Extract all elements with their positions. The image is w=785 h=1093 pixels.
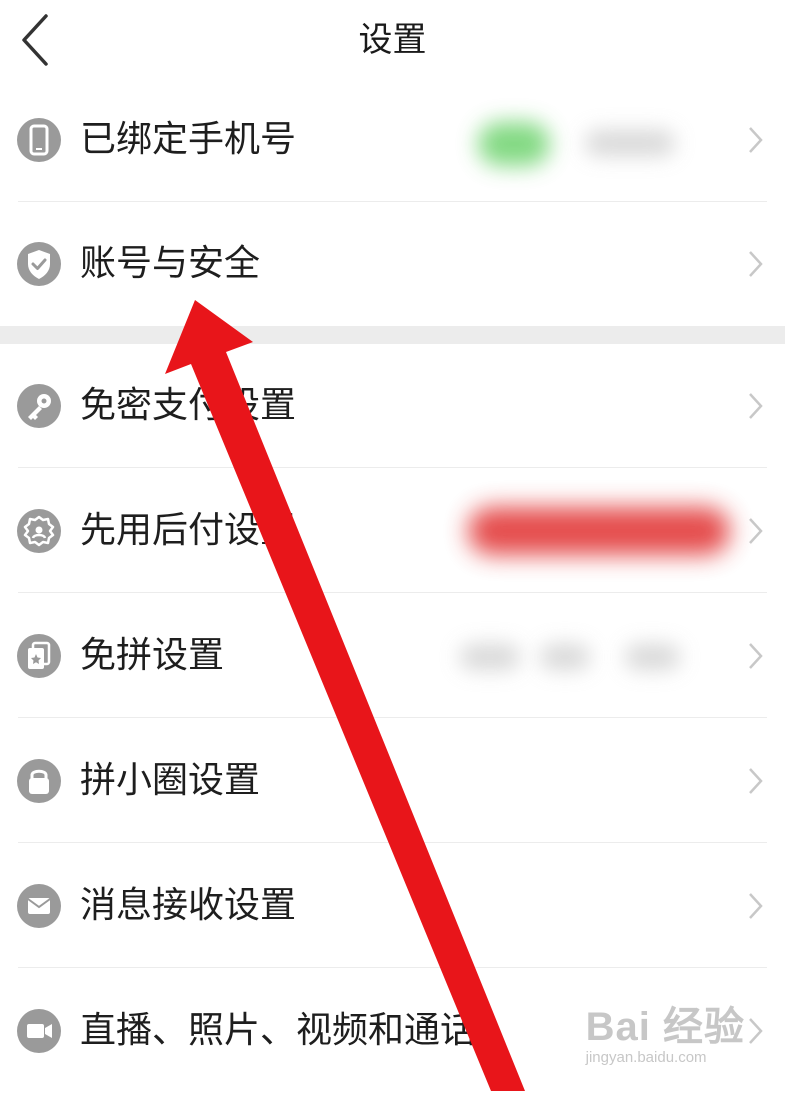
settings-item-label: 免拼设置 — [80, 635, 225, 676]
settings-item-message-receiving[interactable]: 消息接收设置 — [0, 844, 785, 968]
settings-item-pin-circle[interactable]: 拼小圈设置 — [0, 719, 785, 843]
settings-item-label: 已绑定手机号 — [80, 119, 297, 160]
envelope-icon — [17, 884, 61, 928]
blurred-value — [540, 644, 590, 670]
settings-item-password-free-payment[interactable]: 免密支付设置 — [0, 344, 785, 468]
video-camera-icon — [17, 1009, 61, 1053]
chevron-right-icon — [749, 518, 763, 544]
settings-item-label: 免密支付设置 — [80, 385, 297, 426]
shield-check-icon — [17, 242, 61, 286]
chevron-right-icon — [749, 1018, 763, 1044]
section-divider — [0, 326, 785, 344]
lock-icon — [17, 759, 61, 803]
blurred-value — [468, 507, 730, 555]
cards-icon — [17, 634, 61, 678]
divider — [18, 967, 767, 968]
chevron-right-icon — [749, 768, 763, 794]
key-icon — [17, 384, 61, 428]
divider — [18, 717, 767, 718]
badge-icon — [17, 509, 61, 553]
page-title: 设置 — [358, 20, 427, 60]
blurred-value — [478, 122, 550, 166]
settings-item-pay-later[interactable]: 先用后付设置 — [0, 469, 785, 593]
settings-item-live-photos-video-calls[interactable]: 直播、照片、视频和通话 — [0, 969, 785, 1093]
divider — [18, 467, 767, 468]
blurred-value — [625, 644, 680, 670]
settings-item-label: 先用后付设置 — [80, 510, 297, 551]
settings-item-label: 直播、照片、视频和通话 — [80, 1010, 477, 1051]
settings-item-label: 消息接收设置 — [80, 885, 297, 926]
settings-item-account-security[interactable]: 账号与安全 — [0, 202, 785, 326]
blurred-value — [460, 644, 520, 670]
top-bar: 设置 — [0, 0, 785, 87]
blurred-value — [585, 130, 675, 156]
divider — [18, 842, 767, 843]
chevron-right-icon — [749, 643, 763, 669]
chevron-right-icon — [749, 251, 763, 277]
settings-item-group-free[interactable]: 免拼设置 — [0, 594, 785, 718]
chevron-right-icon — [749, 893, 763, 919]
chevron-right-icon — [749, 127, 763, 153]
phone-icon — [17, 118, 61, 162]
settings-item-bound-phone[interactable]: 已绑定手机号 — [0, 78, 785, 202]
divider — [18, 592, 767, 593]
settings-item-label: 账号与安全 — [80, 243, 261, 284]
chevron-right-icon — [749, 393, 763, 419]
settings-item-label: 拼小圈设置 — [80, 760, 261, 801]
